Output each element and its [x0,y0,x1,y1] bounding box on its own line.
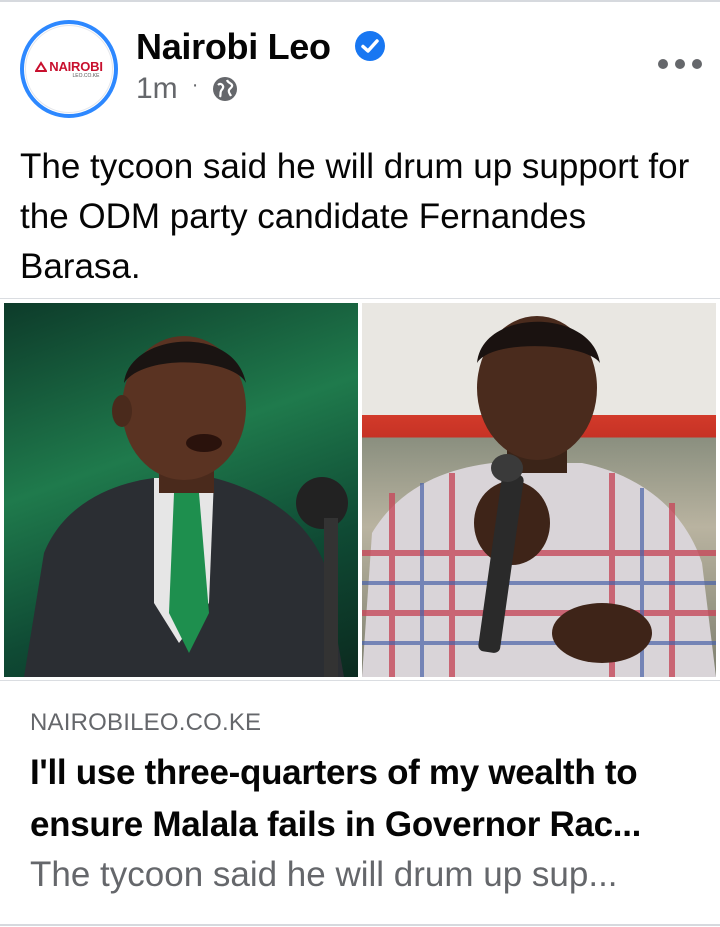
more-dot [675,59,685,69]
photo-speaker-right [362,303,716,677]
nairobi-leo-logo: NAIROBI LEO.CO.KE [25,25,113,113]
more-options-icon[interactable] [658,58,702,70]
photo-speaker-left [4,303,358,677]
meta-separator: · [191,73,199,96]
post-header: NAIROBI LEO.CO.KE Nairobi Leo 1m · [0,0,720,130]
globe-icon[interactable] [212,76,238,102]
post-image[interactable] [0,298,720,680]
post-caption: The tycoon said he will drum up support … [20,147,690,286]
link-headline[interactable]: I'll use three-quarters of my wealth to … [30,747,700,851]
link-description: The tycoon said he will drum up sup... [30,855,618,894]
page-avatar[interactable]: NAIROBI LEO.CO.KE [20,20,118,118]
speaker-right-illustration [362,316,716,677]
speaker-left-illustration [24,336,348,677]
post-meta: 1m · [136,72,238,106]
logo-mark-icon [35,60,48,72]
logo-text: NAIROBI [49,59,103,74]
verified-badge-icon [355,31,385,61]
logo-subtext: LEO.CO.KE [72,73,100,79]
link-preview[interactable]: NAIROBILEO.CO.KE I'll use three-quarters… [0,680,720,927]
more-dot [658,59,668,69]
page-name[interactable]: Nairobi Leo [136,26,331,68]
post-timestamp[interactable]: 1m [136,72,178,106]
link-domain: NAIROBILEO.CO.KE [30,709,262,736]
more-dot [692,59,702,69]
